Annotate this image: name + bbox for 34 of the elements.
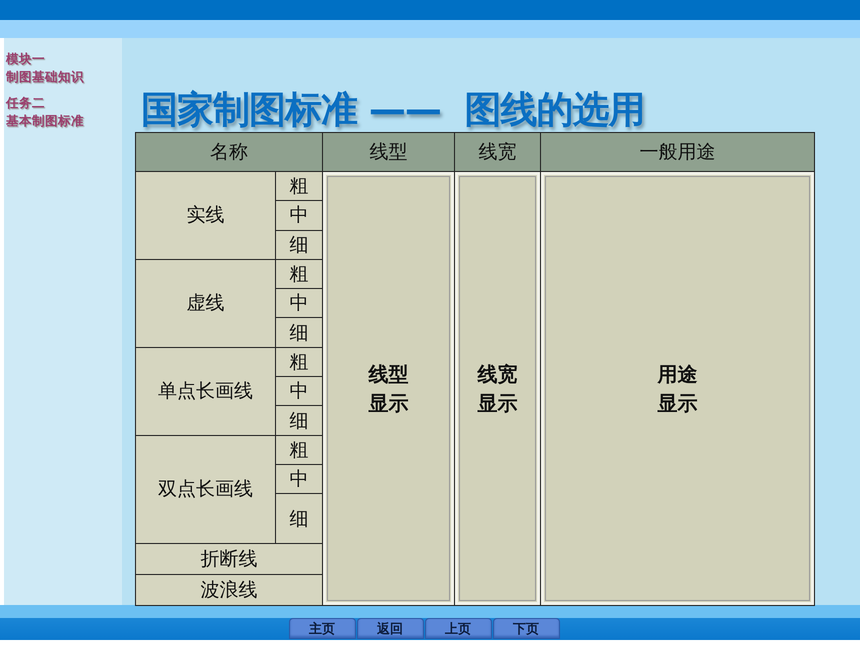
width-cell: 中 (276, 377, 322, 406)
width-cell: 细 (276, 494, 322, 544)
column-header: 名称 (136, 133, 322, 171)
line-name: 虚线 (136, 260, 275, 347)
column-header: 线型 (323, 133, 454, 171)
line-name: 折断线 (136, 544, 322, 574)
task-label: 任务二 (6, 94, 46, 112)
display-text: 线宽显示 (478, 360, 518, 417)
width-cell: 细 (276, 230, 322, 259)
width-cell: 中 (276, 201, 322, 230)
display-text: 用途显示 (658, 360, 698, 417)
width-cell: 中 (276, 464, 322, 494)
nav-button[interactable]: 返回 (356, 618, 424, 639)
nav-button[interactable]: 下页 (492, 618, 560, 639)
line-name: 波浪线 (136, 575, 322, 606)
task-title: 基本制图标准 (6, 112, 85, 130)
column-header: 线宽 (455, 133, 540, 171)
line-name: 双点长画线 (136, 436, 275, 544)
module-label: 模块一 (6, 50, 46, 68)
module-title: 制图基础知识 (6, 68, 85, 86)
line-name: 单点长画线 (136, 348, 275, 435)
width-cell: 细 (276, 406, 322, 435)
nav-button[interactable]: 主页 (288, 618, 356, 639)
width-cell: 粗 (276, 260, 322, 288)
slide-title: 国家制图标准 —— 图线的选用 (141, 88, 646, 132)
column-header: 一般用途 (541, 133, 814, 171)
width-cell: 粗 (276, 436, 322, 464)
width-cell: 粗 (276, 348, 322, 376)
line-name: 实线 (136, 172, 275, 259)
width-cell: 中 (276, 289, 322, 318)
width-cell: 细 (276, 318, 322, 347)
nav-button[interactable]: 上页 (424, 618, 492, 639)
display-text: 线型显示 (368, 360, 408, 417)
width-cell: 粗 (276, 172, 322, 200)
